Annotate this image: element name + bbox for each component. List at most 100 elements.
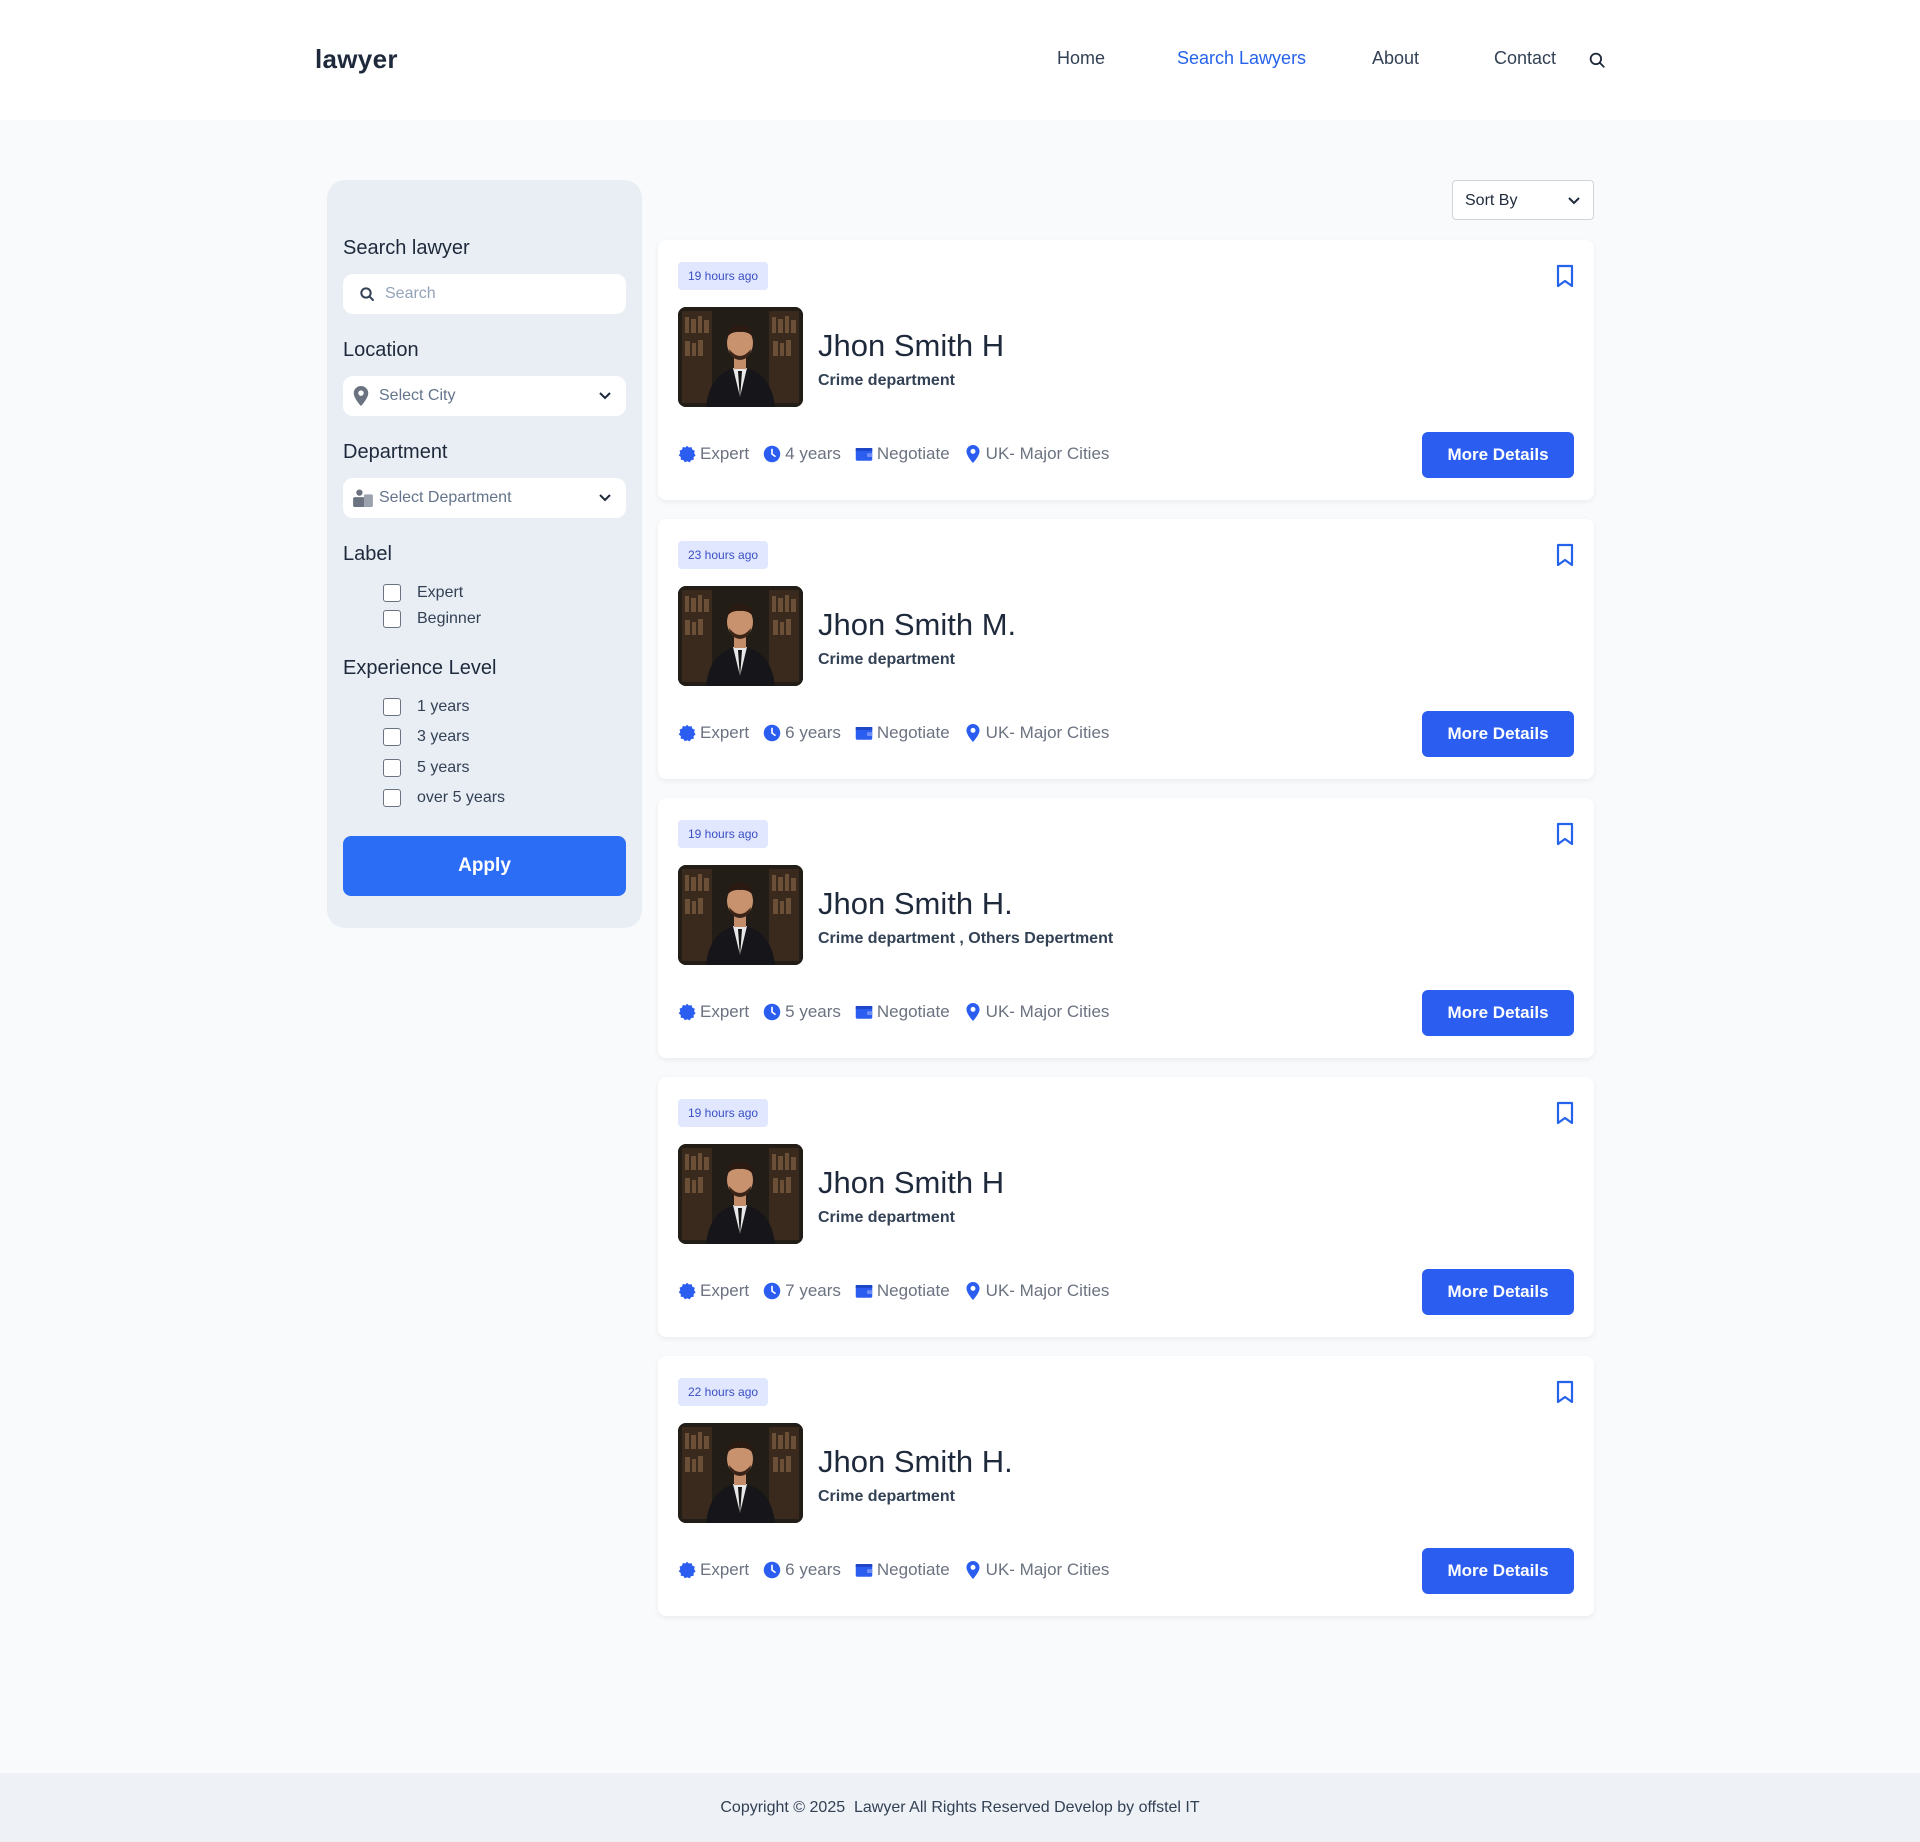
experience-over-5-years-option[interactable]: over 5 years — [383, 787, 505, 809]
experience-5-years-option[interactable]: 5 years — [383, 757, 469, 779]
experience-3-years-checkbox[interactable] — [383, 728, 401, 746]
label-beginner-checkbox[interactable] — [383, 610, 401, 628]
location-text: UK- Major Cities — [985, 1281, 1110, 1300]
chevron-down-icon — [599, 392, 611, 400]
label-beginner-option[interactable]: Beginner — [383, 608, 481, 630]
more-details-button[interactable]: More Details — [1422, 432, 1574, 478]
bookmark-icon[interactable] — [1555, 264, 1575, 288]
lawyer-department: Crime department — [818, 1209, 955, 1226]
location-text: UK- Major Cities — [985, 723, 1110, 742]
fee-meta: Negotiate — [855, 723, 950, 743]
label-expert-option[interactable]: Expert — [383, 582, 463, 604]
badge-icon — [678, 445, 696, 463]
lawyer-photo — [678, 865, 803, 965]
search-icon[interactable] — [1588, 51, 1606, 69]
location-text: UK- Major Cities — [985, 1560, 1110, 1579]
lawyer-photo — [678, 586, 803, 686]
fee-meta: Negotiate — [855, 1002, 950, 1022]
lawyer-meta: Expert 5 years Negotiate UK- Major Citie… — [678, 1001, 1123, 1023]
experience-text: 7 years — [785, 1281, 841, 1300]
search-input[interactable]: Search — [343, 274, 626, 314]
wallet-icon — [855, 1285, 873, 1298]
bookmark-icon[interactable] — [1555, 543, 1575, 567]
experience-over-5-years-checkbox[interactable] — [383, 789, 401, 807]
lawyer-meta: Expert 4 years Negotiate UK- Major Citie… — [678, 443, 1123, 465]
experience-meta: 5 years — [763, 1002, 841, 1022]
nav-contact[interactable]: Contact — [1494, 48, 1556, 69]
fee-meta: Negotiate — [855, 444, 950, 464]
wallet-icon — [855, 1564, 873, 1577]
experience-text: 6 years — [785, 723, 841, 742]
experience-1-years-checkbox[interactable] — [383, 698, 401, 716]
more-details-button[interactable]: More Details — [1422, 1548, 1574, 1594]
map-pin-icon — [966, 1003, 980, 1021]
posted-time-badge: 23 hours ago — [678, 541, 769, 569]
more-details-button[interactable]: More Details — [1422, 1269, 1574, 1315]
chevron-down-icon — [599, 494, 611, 502]
lawyer-meta: Expert 6 years Negotiate UK- Major Citie… — [678, 1559, 1123, 1581]
experience-3-years-option[interactable]: 3 years — [383, 726, 469, 748]
map-pin-icon — [353, 386, 369, 406]
lawyer-meta: Expert 7 years Negotiate UK- Major Citie… — [678, 1280, 1123, 1302]
lawyer-card: 19 hours ago — [658, 798, 1594, 1058]
sort-select[interactable]: Sort By — [1452, 180, 1594, 220]
apply-button[interactable]: Apply — [343, 836, 626, 896]
nav-about[interactable]: About — [1372, 48, 1419, 69]
wallet-icon — [855, 1006, 873, 1019]
lawyer-card: 22 hours ago Jhon Smith H. Crime departm… — [658, 1356, 1594, 1616]
fee-text: Negotiate — [876, 444, 950, 463]
experience-5-years-text: 5 years — [417, 759, 470, 776]
department-select[interactable]: Select Department — [343, 478, 626, 518]
experience-3-years-text: 3 years — [417, 728, 470, 745]
wallet-icon — [855, 448, 873, 461]
search-icon — [360, 287, 374, 301]
level-text: Expert — [700, 1281, 750, 1300]
experience-meta: 4 years — [763, 444, 841, 464]
bookmark-icon[interactable] — [1555, 822, 1575, 846]
bookmark-icon[interactable] — [1555, 1101, 1575, 1125]
experience-text: 5 years — [785, 1002, 841, 1021]
badge-icon — [678, 1561, 696, 1579]
clock-icon — [763, 1003, 781, 1021]
location-meta: UK- Major Cities — [964, 723, 1110, 743]
level-text: Expert — [700, 1560, 750, 1579]
chevron-down-icon — [1568, 197, 1580, 205]
wallet-icon — [855, 727, 873, 740]
experience-5-years-checkbox[interactable] — [383, 759, 401, 777]
lawyer-department: Crime department , Others Depertment — [818, 930, 1114, 947]
map-pin-icon — [966, 724, 980, 742]
briefcase-user-icon — [353, 489, 373, 507]
lawyer-photo — [678, 1423, 803, 1523]
label-expert-checkbox[interactable] — [383, 584, 401, 602]
more-details-button[interactable]: More Details — [1422, 990, 1574, 1036]
logo[interactable]: lawyer — [315, 44, 398, 75]
level-meta: Expert — [678, 723, 749, 743]
posted-time-badge: 22 hours ago — [678, 1378, 769, 1406]
lawyer-avatar — [678, 586, 803, 686]
fee-text: Negotiate — [876, 1002, 950, 1021]
more-details-button[interactable]: More Details — [1422, 711, 1574, 757]
nav-home[interactable]: Home — [1057, 48, 1105, 69]
fee-meta: Negotiate — [855, 1281, 950, 1301]
department-select-value: Select Department — [379, 489, 512, 506]
lawyer-photo — [678, 307, 803, 407]
city-select[interactable]: Select City — [343, 376, 626, 416]
clock-icon — [763, 1282, 781, 1300]
level-meta: Expert — [678, 1560, 749, 1580]
lawyer-department: Crime department — [818, 372, 955, 389]
experience-text: 6 years — [785, 1560, 841, 1579]
search-placeholder: Search — [385, 285, 436, 302]
nav-search-lawyers[interactable]: Search Lawyers — [1177, 48, 1306, 69]
lawyer-card: 23 hours ago Jhon Smith M. Crime departm… — [658, 519, 1594, 779]
bookmark-icon[interactable] — [1555, 1380, 1575, 1404]
label-expert-text: Expert — [417, 584, 464, 601]
map-pin-icon — [966, 1282, 980, 1300]
badge-icon — [678, 1282, 696, 1300]
experience-1-years-option[interactable]: 1 years — [383, 696, 469, 718]
site-header: lawyer Home Search Lawyers About Contact — [0, 0, 1920, 120]
experience-meta: 7 years — [763, 1281, 841, 1301]
experience-1-years-text: 1 years — [417, 698, 470, 715]
location-heading: Location — [343, 339, 419, 361]
level-text: Expert — [700, 1002, 750, 1021]
experience-heading: Experience Level — [343, 657, 497, 679]
